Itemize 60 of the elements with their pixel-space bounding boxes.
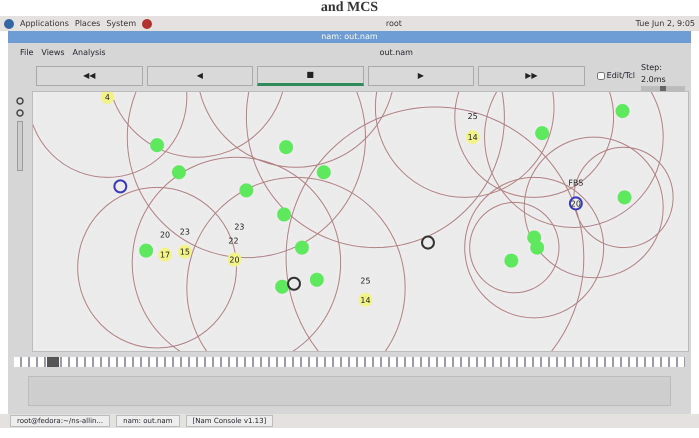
node-marker[interactable] — [295, 240, 309, 255]
zoom-out-icon[interactable] — [16, 109, 24, 117]
panel-menu[interactable]: Places — [74, 18, 100, 30]
node-tag: 22 — [228, 236, 238, 246]
node-marker[interactable] — [279, 140, 294, 154]
node-marker[interactable] — [618, 190, 632, 204]
edit-checkbox[interactable] — [596, 72, 605, 80]
window-title: nam: out.nam — [8, 31, 691, 43]
menu-item[interactable]: File — [20, 47, 34, 59]
node-marker[interactable] — [421, 236, 435, 250]
node-marker[interactable] — [316, 165, 331, 180]
node-tag: 25 — [468, 112, 478, 122]
tool-strip-drawing — [17, 121, 23, 171]
playback-button[interactable]: ◀ — [146, 66, 254, 86]
node-marker[interactable]: 20 — [568, 196, 583, 210]
node-marker[interactable] — [504, 254, 518, 268]
slider-thumb[interactable] — [47, 357, 59, 367]
caption-text: and MCS — [320, 0, 378, 15]
menu-item[interactable]: Analysis — [72, 47, 106, 59]
node-marker[interactable] — [535, 126, 550, 140]
playback-button[interactable]: ■ — [257, 66, 364, 86]
zoom-in-icon[interactable] — [16, 97, 24, 105]
node-tag: 20 — [160, 230, 170, 240]
foot-logo-icon[interactable] — [4, 18, 14, 28]
node-marker[interactable]: 4 — [100, 92, 114, 104]
panel-menu[interactable]: Applications — [20, 18, 69, 30]
browser-icon[interactable] — [142, 18, 152, 28]
node-marker[interactable] — [172, 165, 186, 180]
playback-button[interactable]: ▶▶ — [478, 66, 585, 86]
node-marker[interactable] — [310, 272, 324, 287]
node-marker[interactable] — [239, 183, 254, 198]
node-marker[interactable]: 15 — [178, 244, 192, 259]
node-marker[interactable] — [113, 179, 128, 194]
slider-thumb[interactable] — [660, 86, 666, 90]
node-marker[interactable] — [150, 138, 164, 152]
node-marker[interactable]: 17 — [158, 248, 172, 262]
panel-menu[interactable]: System — [106, 18, 136, 30]
step-label: Step: 2.0ms — [641, 62, 667, 86]
time-slider[interactable] — [14, 357, 685, 367]
node-marker[interactable] — [530, 240, 544, 255]
node-marker[interactable] — [616, 104, 630, 118]
node-marker[interactable]: 14 — [466, 130, 480, 144]
node-tag: 23 — [180, 228, 190, 237]
node-marker[interactable] — [287, 276, 301, 291]
step-slider[interactable] — [641, 86, 685, 90]
node-marker[interactable] — [275, 280, 290, 294]
node-marker[interactable] — [139, 244, 154, 258]
playback-button[interactable]: ▶ — [368, 66, 474, 86]
node-marker[interactable]: 20 — [228, 252, 242, 267]
file-name: out.nam — [378, 47, 414, 59]
node-tag: 23 — [234, 222, 244, 232]
panel-title: root — [384, 18, 403, 30]
node-tag: FBS — [568, 178, 584, 188]
node-marker[interactable] — [277, 207, 292, 222]
clock-text: Tue Jun 2, 9:05 — [636, 18, 695, 30]
playback-button[interactable]: ◀◀ — [36, 66, 143, 86]
menu-item[interactable]: Views — [41, 47, 65, 59]
checkbox-label: Edit/Tcl — [606, 70, 635, 82]
node-marker[interactable]: 14 — [358, 292, 372, 307]
node-tag: 25 — [360, 276, 370, 286]
